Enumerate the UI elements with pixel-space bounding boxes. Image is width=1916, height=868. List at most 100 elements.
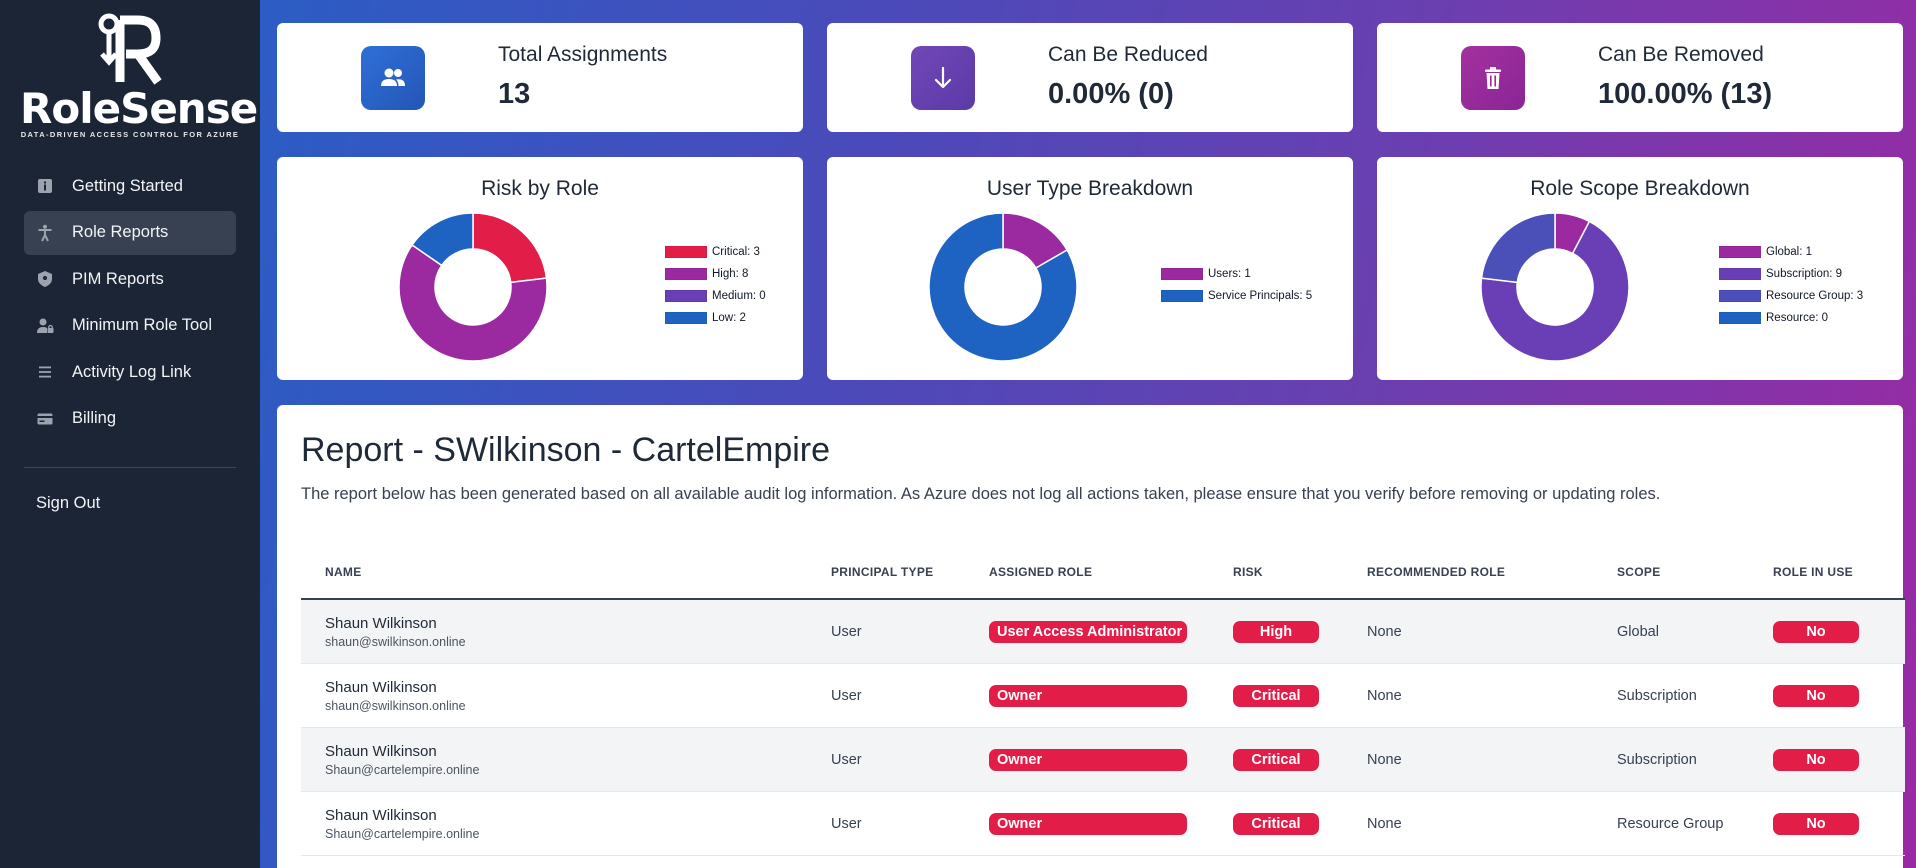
sidebar-item-billing[interactable]: Billing bbox=[24, 397, 236, 441]
principal-cell: Shaun Wilkinson Shaun@cartelempire.onlin… bbox=[301, 807, 831, 841]
column-header-role-in-use[interactable]: ROLE IN USE bbox=[1773, 565, 1905, 579]
principal-email: shaun@swilkinson.online bbox=[325, 634, 466, 649]
scope: Subscription bbox=[1617, 751, 1697, 768]
role-scope-donut-chart bbox=[1480, 212, 1630, 362]
role-assignments-table: NAME PRINCIPAL TYPE ASSIGNED ROLE RISK R… bbox=[301, 545, 1905, 856]
legend-item: Service Principals: 5 bbox=[1161, 285, 1312, 307]
column-header-scope[interactable]: SCOPE bbox=[1617, 565, 1773, 579]
accessibility-icon bbox=[36, 224, 54, 242]
chart-title: Role Scope Breakdown bbox=[1530, 177, 1750, 200]
chart-card-user-type-breakdown: User Type Breakdown Users: 1 Service Pri… bbox=[827, 157, 1353, 380]
list-icon bbox=[36, 363, 54, 381]
column-header-name[interactable]: NAME bbox=[301, 565, 831, 579]
brand-tagline: DATA-DRIVEN ACCESS CONTROL FOR AZURE bbox=[20, 130, 240, 139]
principal-cell: Shaun Wilkinson shaun@swilkinson.online bbox=[301, 679, 831, 713]
assigned-role-cell: User Access Administrator bbox=[989, 620, 1233, 643]
legend-label: Resource: 0 bbox=[1766, 312, 1829, 324]
legend-swatch bbox=[665, 290, 707, 302]
table-row[interactable]: Shaun Wilkinson Shaun@cartelempire.onlin… bbox=[301, 792, 1905, 856]
assigned-role-badge: Owner bbox=[989, 748, 1187, 771]
sidebar-item-pim-reports[interactable]: PIM Reports bbox=[24, 257, 236, 301]
stat-label: Can Be Reduced bbox=[1048, 43, 1208, 66]
stat-value: 0.00% (0) bbox=[1048, 78, 1174, 110]
sidebar: RoleSense DATA-DRIVEN ACCESS CONTROL FOR… bbox=[0, 0, 260, 868]
risk-badge: Critical bbox=[1233, 812, 1319, 835]
users-icon bbox=[361, 46, 425, 110]
role-in-use-cell: No bbox=[1773, 620, 1905, 643]
assigned-role-badge: Owner bbox=[989, 812, 1187, 835]
chart-card-role-scope-breakdown: Role Scope Breakdown Global: 1 Subscript… bbox=[1377, 157, 1903, 380]
chart-legend: Critical: 3 High: 8 Medium: 0 Low: 2 bbox=[665, 241, 766, 329]
recommended-role: None bbox=[1367, 815, 1402, 832]
legend-label: Medium: 0 bbox=[712, 290, 766, 302]
recommended-role: None bbox=[1367, 751, 1402, 768]
legend-item: High: 8 bbox=[665, 263, 766, 285]
legend-swatch bbox=[665, 312, 707, 324]
assigned-role-cell: Owner bbox=[989, 748, 1233, 771]
role-in-use-badge: No bbox=[1773, 684, 1859, 707]
column-header-principal-type[interactable]: PRINCIPAL TYPE bbox=[831, 565, 989, 579]
brand-logo[interactable]: RoleSense DATA-DRIVEN ACCESS CONTROL FOR… bbox=[20, 12, 258, 148]
sidebar-item-label: Activity Log Link bbox=[72, 362, 192, 381]
table-row[interactable]: Shaun Wilkinson shaun@swilkinson.online … bbox=[301, 600, 1905, 664]
assigned-role-cell: Owner bbox=[989, 684, 1233, 707]
main-content: Total Assignments 13 Can Be Reduced 0.00… bbox=[260, 0, 1916, 868]
stat-value: 13 bbox=[498, 78, 531, 110]
column-header-assigned-role[interactable]: ASSIGNED ROLE bbox=[989, 565, 1233, 579]
table-header: NAME PRINCIPAL TYPE ASSIGNED ROLE RISK R… bbox=[301, 545, 1905, 600]
shield-icon bbox=[36, 270, 54, 288]
assigned-role-badge: Owner bbox=[989, 684, 1187, 707]
credit-card-icon bbox=[36, 410, 54, 428]
assigned-role-cell: Owner bbox=[989, 812, 1233, 835]
recommended-role: None bbox=[1367, 687, 1402, 704]
legend-label: Global: 1 bbox=[1766, 246, 1813, 258]
legend-label: Subscription: 9 bbox=[1766, 268, 1843, 280]
brand-name: RoleSense bbox=[20, 84, 258, 133]
risk-badge: Critical bbox=[1233, 684, 1319, 707]
principal-cell: Shaun Wilkinson shaun@swilkinson.online bbox=[301, 615, 831, 649]
trash-icon bbox=[1461, 46, 1525, 110]
legend-item: Resource Group: 3 bbox=[1719, 285, 1863, 307]
stat-label: Total Assignments bbox=[498, 43, 668, 66]
legend-swatch bbox=[665, 268, 707, 280]
principal-name: Shaun Wilkinson bbox=[325, 614, 437, 632]
sign-out-link[interactable]: Sign Out bbox=[36, 494, 100, 513]
sidebar-item-getting-started[interactable]: Getting Started bbox=[24, 164, 236, 208]
column-header-recommended-role[interactable]: RECOMMENDED ROLE bbox=[1367, 565, 1617, 579]
legend-swatch bbox=[1719, 246, 1761, 258]
chart-title: Risk by Role bbox=[481, 177, 599, 200]
sidebar-item-activity-log-link[interactable]: Activity Log Link bbox=[24, 350, 236, 394]
key-logo-icon bbox=[90, 12, 170, 88]
legend-label: Critical: 3 bbox=[712, 246, 760, 258]
column-header-risk[interactable]: RISK bbox=[1233, 565, 1367, 579]
principal-name: Shaun Wilkinson bbox=[325, 742, 437, 760]
risk-badge: High bbox=[1233, 620, 1319, 643]
legend-swatch bbox=[1719, 290, 1761, 302]
chart-card-risk-by-role: Risk by Role Critical: 3 High: 8 Medium:… bbox=[277, 157, 803, 380]
donut-slice-critical[interactable] bbox=[472, 212, 548, 284]
sidebar-item-label: Getting Started bbox=[72, 176, 183, 195]
risk-donut-chart bbox=[398, 212, 548, 362]
report-card: Report - SWilkinson - CartelEmpire The r… bbox=[277, 405, 1905, 868]
role-in-use-cell: No bbox=[1773, 812, 1905, 835]
scope: Resource Group bbox=[1617, 815, 1724, 832]
table-row[interactable]: Shaun Wilkinson shaun@swilkinson.online … bbox=[301, 664, 1905, 728]
sidebar-item-label: PIM Reports bbox=[72, 269, 164, 288]
role-in-use-cell: No bbox=[1773, 748, 1905, 771]
report-title: Report - SWilkinson - CartelEmpire bbox=[301, 431, 831, 469]
donut-slice-resource-group[interactable] bbox=[1480, 212, 1556, 284]
legend-label: Users: 1 bbox=[1208, 268, 1251, 280]
risk-cell: Critical bbox=[1233, 812, 1367, 835]
sidebar-item-minimum-role-tool[interactable]: Minimum Role Tool bbox=[24, 304, 236, 348]
principal-name: Shaun Wilkinson bbox=[325, 678, 437, 696]
chart-legend: Users: 1 Service Principals: 5 bbox=[1161, 263, 1312, 307]
sidebar-item-label: Billing bbox=[72, 409, 117, 427]
principal-type: User bbox=[831, 623, 862, 640]
table-row[interactable]: Shaun Wilkinson Shaun@cartelempire.onlin… bbox=[301, 728, 1905, 792]
principal-email: Shaun@cartelempire.online bbox=[325, 826, 480, 841]
stat-card-total-assignments: Total Assignments 13 bbox=[277, 23, 803, 132]
user-type-donut-chart bbox=[928, 212, 1078, 362]
assigned-role-badge: User Access Administrator bbox=[989, 620, 1187, 643]
sidebar-item-role-reports[interactable]: Role Reports bbox=[24, 210, 236, 255]
info-icon bbox=[36, 177, 54, 195]
